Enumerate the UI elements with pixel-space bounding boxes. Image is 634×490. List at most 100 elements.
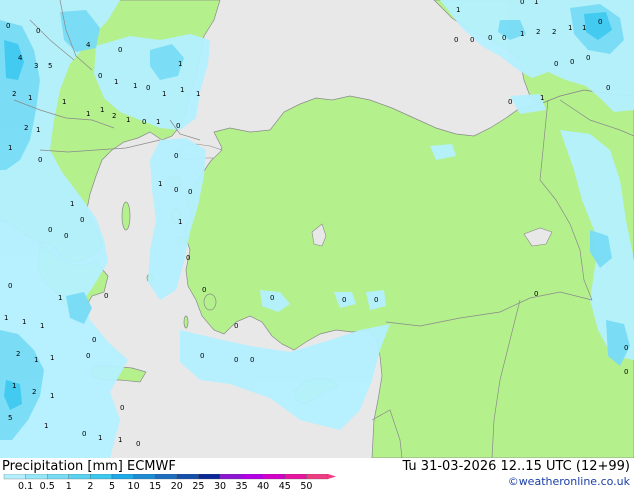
point-value: 0 <box>82 430 86 438</box>
point-value: 1 <box>28 94 32 102</box>
legend-swatch <box>219 474 242 480</box>
point-value: 0 <box>104 292 108 300</box>
point-value: 1 <box>86 110 90 118</box>
point-value: 4 <box>86 41 91 49</box>
point-value: 0 <box>234 322 238 330</box>
point-value: 0 <box>136 440 140 448</box>
point-value: 1 <box>178 218 182 226</box>
point-value: 1 <box>44 422 48 430</box>
point-value: 0 <box>188 188 192 196</box>
point-value: 2 <box>24 124 28 132</box>
legend-label: 20 <box>171 481 183 490</box>
legend-label: 15 <box>149 481 161 490</box>
point-value: 1 <box>12 382 16 390</box>
point-value: 0 <box>174 186 178 194</box>
point-value: 0 <box>586 54 590 62</box>
point-value: 0 <box>8 282 12 290</box>
point-value: 0 <box>64 232 68 240</box>
point-value: 1 <box>196 90 200 98</box>
legend-swatch <box>133 474 156 480</box>
point-value: 0 <box>118 46 122 54</box>
point-value: 1 <box>114 78 118 86</box>
point-value: 0 <box>176 122 180 130</box>
legend-swatch <box>176 474 199 480</box>
product-title: Precipitation [mm] ECMWF <box>2 459 176 474</box>
point-value: 1 <box>180 86 184 94</box>
legend-label: 5 <box>109 481 115 490</box>
legend-label: 50 <box>300 481 312 490</box>
footer-bar: Precipitation [mm] ECMWF Tu 31-03-2026 1… <box>0 458 634 490</box>
point-value: 2 <box>552 28 556 36</box>
point-value: 0 <box>174 152 178 160</box>
karpathos-land <box>183 315 189 329</box>
point-value: 1 <box>4 314 8 322</box>
point-value: 0 <box>202 286 206 294</box>
color-legend: 0.1 0.5 1 2 5 10 15 20 25 30 35 40 45 50 <box>3 474 336 490</box>
point-value: 1 <box>100 106 104 114</box>
point-value: 2 <box>12 90 16 98</box>
point-value: 0 <box>570 58 574 66</box>
point-value: 1 <box>40 322 44 330</box>
point-value: 1 <box>162 90 166 98</box>
point-value: 2 <box>16 350 20 358</box>
legend-label: 30 <box>214 481 226 490</box>
point-value: 0 <box>142 118 146 126</box>
point-value: 1 <box>70 200 74 208</box>
legend-swatch <box>263 474 285 480</box>
point-value: 2 <box>112 112 116 120</box>
legend-label: 10 <box>128 481 140 490</box>
point-value: 5 <box>8 414 12 422</box>
point-value: 1 <box>50 354 54 362</box>
legend-arrow <box>328 474 336 479</box>
point-value: 1 <box>568 24 572 32</box>
point-value: 1 <box>540 94 544 102</box>
point-value: 1 <box>158 180 162 188</box>
point-value: 0 <box>606 84 610 92</box>
legend-label: 35 <box>236 481 248 490</box>
legend-label: 2 <box>87 481 93 490</box>
legend-label: 40 <box>257 481 269 490</box>
legend-swatch <box>284 474 307 480</box>
point-value: 0 <box>502 34 506 42</box>
point-value: 0 <box>534 290 538 298</box>
point-value: 0 <box>38 156 42 164</box>
point-value: 0 <box>470 36 474 44</box>
point-value: 3 <box>34 62 38 70</box>
legend-label: 0.5 <box>40 481 55 490</box>
point-value: 0 <box>342 296 346 304</box>
point-value: 0 <box>624 344 628 352</box>
point-value: 1 <box>22 318 26 326</box>
point-value: 0 <box>92 336 96 344</box>
point-value: 1 <box>34 356 38 364</box>
valid-time-label: Tu 31-03-2026 12..15 UTC (12+99) <box>402 459 630 474</box>
legend-label: 45 <box>279 481 291 490</box>
point-value: 0 <box>6 22 10 30</box>
point-value: 0 <box>508 98 512 106</box>
point-value: 1 <box>118 436 122 444</box>
legend-swatch <box>90 474 113 480</box>
legend-swatch <box>241 474 264 480</box>
credit-link[interactable]: ©weatheronline.co.uk <box>508 475 630 488</box>
point-value: 4 <box>18 54 23 62</box>
legend-swatch <box>47 474 69 480</box>
point-value: 0 <box>98 72 102 80</box>
point-value: 1 <box>98 434 102 442</box>
precipitation-map: 0043 54001 1 0111 12 1 11 12 1 0 1 02 110 010 01000100… <box>0 0 634 458</box>
point-value: 0 <box>80 216 84 224</box>
legend-swatch <box>25 474 48 480</box>
point-value: 0 <box>270 294 274 302</box>
point-value: 0 <box>48 226 52 234</box>
point-value: 1 <box>50 392 54 400</box>
legend-swatch <box>68 474 91 480</box>
point-value: 1 <box>534 0 538 6</box>
point-value: 1 <box>582 24 586 32</box>
point-value: 1 <box>178 60 182 68</box>
model-label: ECMWF <box>127 459 176 474</box>
point-value: 0 <box>488 34 492 42</box>
point-value: 1 <box>156 118 160 126</box>
point-value: 1 <box>133 82 137 90</box>
point-value: 0 <box>200 352 204 360</box>
point-value: 0 <box>520 0 524 6</box>
point-value: 0 <box>36 27 40 35</box>
point-value: 1 <box>36 126 40 134</box>
